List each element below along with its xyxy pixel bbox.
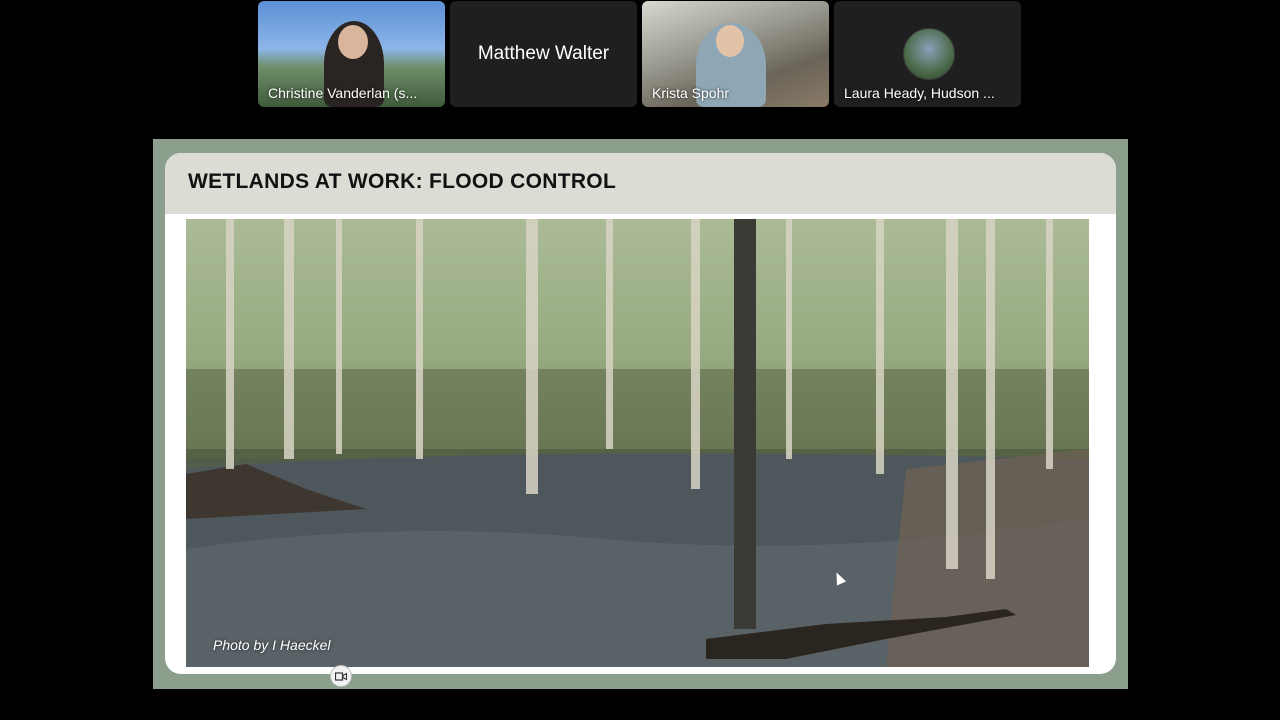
presentation-slide: WETLANDS AT WORK: FLOOD CONTROL Photo by… [165, 153, 1116, 674]
avatar [903, 28, 955, 80]
participant-name: Christine Vanderlan (s... [268, 85, 418, 101]
slide-header: WETLANDS AT WORK: FLOOD CONTROL [165, 153, 1116, 214]
photo-credit: Photo by I Haeckel [213, 637, 331, 653]
participant-video-tile[interactable]: Krista Spohr [642, 1, 829, 107]
participant-avatar-tile[interactable]: Laura Heady, Hudson ... [834, 1, 1021, 107]
participant-name: Krista Spohr [652, 85, 730, 101]
slide-title: WETLANDS AT WORK: FLOOD CONTROL [188, 170, 617, 193]
shared-screen: WETLANDS AT WORK: FLOOD CONTROL Photo by… [153, 139, 1128, 689]
participant-face [716, 25, 744, 57]
participant-face [338, 25, 368, 59]
participant-name: Matthew Walter [477, 43, 610, 64]
participant-video-tile[interactable]: Christine Vanderlan (s... [258, 1, 445, 107]
slide-photo: Photo by I Haeckel [186, 219, 1089, 667]
participant-strip: Christine Vanderlan (s... Matthew Walter… [258, 1, 1022, 107]
participant-name-tile[interactable]: Matthew Walter [450, 1, 637, 107]
video-camera-icon[interactable] [330, 665, 352, 687]
flooded-forest-image [186, 219, 1089, 667]
participant-name: Laura Heady, Hudson ... [844, 85, 995, 101]
